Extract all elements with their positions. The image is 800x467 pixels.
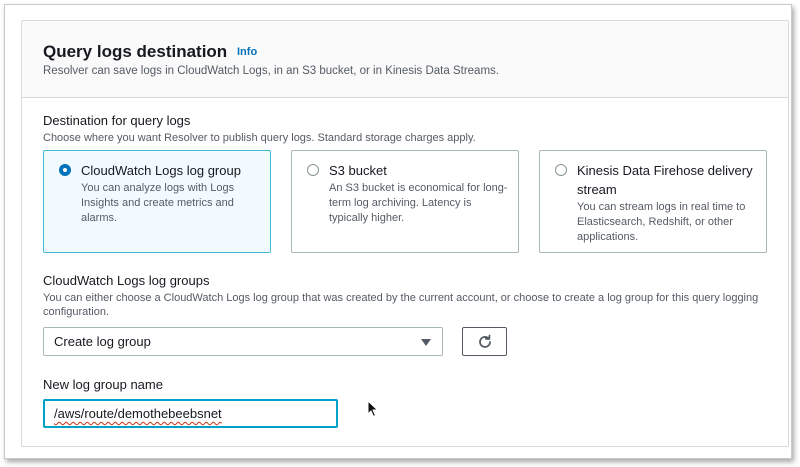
panel-subtitle: Resolver can save logs in CloudWatch Log…: [43, 65, 499, 77]
new-log-group-label: New log group name: [43, 377, 163, 392]
radio-unselected-icon[interactable]: [307, 164, 319, 176]
refresh-icon: [479, 334, 491, 348]
log-group-select-value: Create log group: [54, 334, 151, 349]
panel-header: Query logs destination Info Resolver can…: [22, 21, 788, 98]
screenshot-frame: Query logs destination Info Resolver can…: [4, 4, 792, 459]
log-group-select[interactable]: Create log group: [43, 327, 443, 356]
destination-option-kinesis[interactable]: Kinesis Data Firehose delivery stream Yo…: [539, 150, 767, 253]
query-logs-destination-panel: Query logs destination Info Resolver can…: [21, 20, 789, 447]
radio-selected-icon[interactable]: [59, 164, 71, 176]
info-link[interactable]: Info: [237, 46, 257, 58]
radio-unselected-icon[interactable]: [555, 164, 567, 176]
destination-option-s3[interactable]: S3 bucket An S3 bucket is economical for…: [291, 150, 519, 253]
panel-title: Query logs destination: [43, 42, 228, 61]
log-groups-label: CloudWatch Logs log groups: [43, 273, 210, 288]
new-log-group-name-value: /aws/route/demothebeebsnet: [54, 406, 222, 421]
caret-down-icon: [421, 339, 431, 346]
option-description: An S3 bucket is economical for long-term…: [329, 182, 508, 224]
refresh-button[interactable]: [462, 327, 507, 356]
destination-option-cloudwatch[interactable]: CloudWatch Logs log group You can analyz…: [43, 150, 271, 253]
option-description: You can stream logs in real time to Elas…: [577, 201, 746, 243]
option-title: Kinesis Data Firehose delivery stream: [577, 163, 753, 197]
destination-description: Choose where you want Resolver to publis…: [43, 132, 476, 144]
mouse-pointer-icon: [367, 400, 379, 418]
log-groups-description: You can either choose a CloudWatch Logs …: [43, 292, 759, 318]
new-log-group-name-input[interactable]: /aws/route/demothebeebsnet: [43, 399, 338, 428]
option-title: S3 bucket: [329, 163, 387, 178]
destination-label: Destination for query logs: [43, 113, 191, 128]
option-title: CloudWatch Logs log group: [81, 163, 241, 178]
option-description: You can analyze logs with Logs Insights …: [81, 182, 235, 224]
